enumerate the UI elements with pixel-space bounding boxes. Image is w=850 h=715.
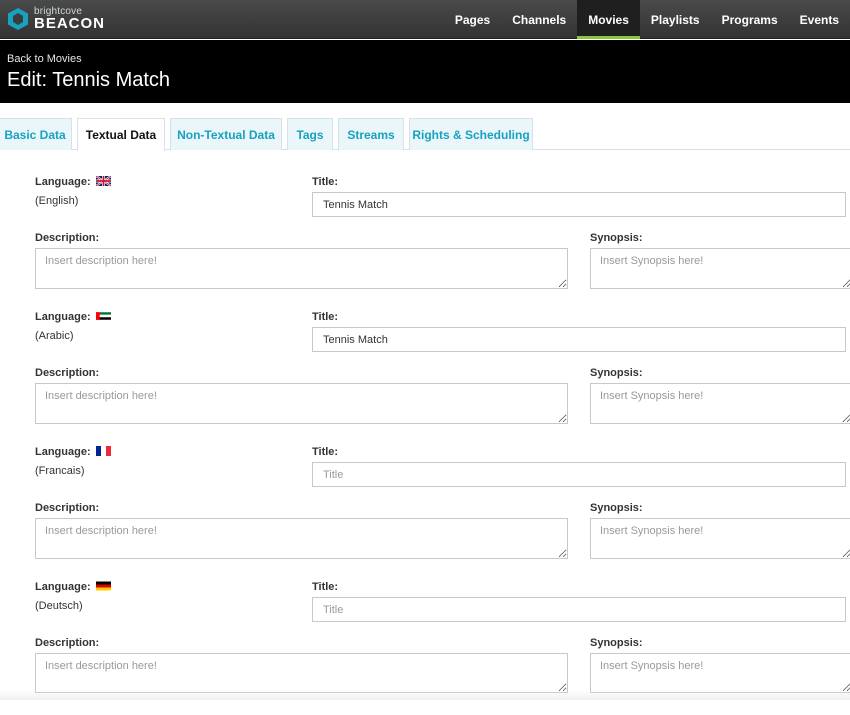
language-name: (English) bbox=[35, 195, 79, 207]
main-nav: Pages Channels Movies Playlists Programs… bbox=[444, 0, 850, 39]
synopsis-label: Synopsis: bbox=[590, 367, 643, 379]
description-label: Description: bbox=[35, 502, 100, 514]
title-input-arabic[interactable] bbox=[312, 327, 846, 352]
language-label: Language: bbox=[35, 311, 91, 323]
description-label: Description: bbox=[35, 367, 100, 379]
page-header: Back to Movies Edit: Tennis Match bbox=[0, 40, 850, 103]
nav-item-movies[interactable]: Movies bbox=[577, 0, 640, 39]
title-label: Title: bbox=[312, 581, 339, 593]
title-label: Title: bbox=[312, 311, 339, 323]
title-input-francais[interactable] bbox=[312, 462, 846, 487]
top-navigation-bar: brightcove BEACON Pages Channels Movies … bbox=[0, 0, 850, 39]
title-label: Title: bbox=[312, 176, 339, 188]
tab-tags[interactable]: Tags bbox=[287, 118, 333, 150]
title-input-english[interactable] bbox=[312, 192, 846, 217]
nav-item-programs[interactable]: Programs bbox=[711, 0, 789, 39]
nav-item-playlists[interactable]: Playlists bbox=[640, 0, 711, 39]
title-label: Title: bbox=[312, 446, 339, 458]
nav-item-pages[interactable]: Pages bbox=[444, 0, 501, 39]
brightcove-beacon-logo[interactable]: brightcove BEACON bbox=[6, 5, 105, 33]
tab-textual-data[interactable]: Textual Data bbox=[77, 118, 165, 151]
back-to-movies-link[interactable]: Back to Movies bbox=[7, 53, 82, 65]
description-label: Description: bbox=[35, 637, 100, 649]
uk-flag-icon bbox=[95, 176, 111, 186]
synopsis-label: Synopsis: bbox=[590, 502, 643, 514]
tab-streams[interactable]: Streams bbox=[338, 118, 404, 150]
language-block-deutsch: Language: (Deutsch) Title: Description: … bbox=[0, 580, 850, 715]
language-block-arabic: Language: (Arabic) Title: Description: S… bbox=[0, 310, 850, 445]
synopsis-textarea-francais[interactable] bbox=[590, 518, 850, 559]
nav-item-channels[interactable]: Channels bbox=[501, 0, 577, 39]
language-block-francais: Language: (Francais) Title: Description:… bbox=[0, 445, 850, 580]
uae-flag-icon bbox=[95, 311, 111, 321]
language-name: (Deutsch) bbox=[35, 600, 83, 612]
description-label: Description: bbox=[35, 232, 100, 244]
germany-flag-icon bbox=[95, 581, 111, 591]
synopsis-label: Synopsis: bbox=[590, 637, 643, 649]
france-flag-icon bbox=[95, 446, 111, 456]
language-name: (Francais) bbox=[35, 465, 85, 477]
synopsis-textarea-english[interactable] bbox=[590, 248, 850, 289]
tab-non-textual-data[interactable]: Non-Textual Data bbox=[170, 118, 282, 150]
synopsis-label: Synopsis: bbox=[590, 232, 643, 244]
language-label: Language: bbox=[35, 581, 91, 593]
language-label: Language: bbox=[35, 176, 91, 188]
tab-rights-scheduling[interactable]: Rights & Scheduling bbox=[409, 118, 533, 150]
page-title: Edit: Tennis Match bbox=[7, 69, 171, 91]
logo-product-text: BEACON bbox=[34, 15, 106, 32]
tab-bar: Basic Data Textual Data Non-Textual Data… bbox=[0, 118, 850, 151]
description-textarea-francais[interactable] bbox=[35, 518, 568, 559]
title-input-deutsch[interactable] bbox=[312, 597, 846, 622]
description-textarea-arabic[interactable] bbox=[35, 383, 568, 424]
nav-item-events[interactable]: Events bbox=[789, 0, 850, 39]
description-textarea-deutsch[interactable] bbox=[35, 653, 568, 693]
language-block-english: Language: (English) Title: Description: … bbox=[0, 175, 850, 310]
synopsis-textarea-arabic[interactable] bbox=[590, 383, 850, 424]
language-name: (Arabic) bbox=[35, 330, 74, 342]
tab-basic-data[interactable]: Basic Data bbox=[0, 118, 72, 150]
language-label: Language: bbox=[35, 446, 91, 458]
hexagon-logo-icon bbox=[8, 8, 28, 30]
synopsis-textarea-deutsch[interactable] bbox=[590, 653, 850, 693]
description-textarea-english[interactable] bbox=[35, 248, 568, 289]
